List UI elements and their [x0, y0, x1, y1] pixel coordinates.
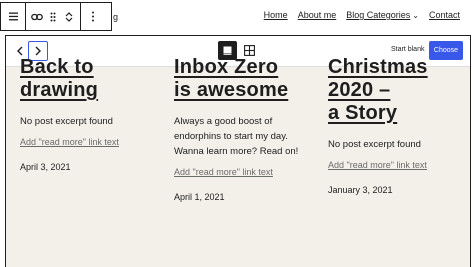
more-vertical-icon — [92, 11, 94, 22]
site-navigation: Home About me Blog Categories ⌄ Contact — [264, 10, 460, 24]
post-excerpt: Always a good boost of endorphins to sta… — [174, 116, 299, 157]
post-card: Inbox Zero is awesome Always a good boos… — [174, 56, 314, 203]
drag-handle[interactable] — [46, 12, 60, 22]
post-excerpt: No post excerpt found — [328, 139, 421, 150]
post-card: Christmas 2020 – a Story No post excerpt… — [328, 56, 468, 196]
post-excerpt: No post excerpt found — [20, 116, 113, 127]
post-date: April 3, 2021 — [20, 162, 71, 172]
link-button[interactable] — [28, 13, 46, 21]
read-more-link[interactable]: Add "read more" link text — [174, 166, 314, 178]
nav-link-blog-categories[interactable]: Blog Categories — [346, 10, 410, 20]
post-title-line: drawing — [20, 79, 99, 101]
post-title-line: Christmas — [328, 56, 428, 78]
nav-link-home[interactable]: Home — [264, 10, 288, 24]
post-date: January 3, 2021 — [328, 185, 393, 195]
chevron-down-icon: ⌄ — [412, 11, 419, 20]
chevron-right-icon — [35, 46, 41, 56]
post-title-line: Inbox Zero — [174, 56, 279, 78]
post-card: Back to drawing No post excerpt found Ad… — [20, 56, 160, 173]
post-title-line: 2020 – — [328, 79, 391, 101]
block-type-button[interactable] — [1, 3, 25, 30]
nav-link-contact[interactable]: Contact — [429, 10, 460, 24]
nav-link-about-me[interactable]: About me — [298, 10, 337, 24]
grid-icon — [244, 45, 255, 56]
chevron-down-icon[interactable] — [65, 17, 73, 23]
read-more-link[interactable]: Add "read more" link text — [328, 159, 468, 171]
square-icon — [223, 46, 232, 55]
post-title[interactable]: Inbox Zero is awesome — [174, 56, 314, 102]
hamburger-icon — [8, 12, 18, 21]
toolbar-move-group — [26, 3, 80, 30]
post-date: April 1, 2021 — [174, 192, 225, 202]
drag-handle-icon — [50, 12, 56, 21]
chevron-left-icon — [17, 46, 23, 56]
block-toolbar — [0, 2, 112, 31]
post-title-line: is awesome — [174, 79, 289, 101]
link-icon — [31, 13, 43, 20]
post-title[interactable]: Back to drawing — [20, 56, 160, 102]
post-title-line: Back to — [20, 56, 94, 78]
read-more-link[interactable]: Add "read more" link text — [20, 136, 160, 148]
more-options-button[interactable] — [81, 3, 105, 30]
move-buttons — [60, 11, 78, 23]
post-title[interactable]: Christmas 2020 – a Story — [328, 56, 468, 125]
post-title-line: a Story — [328, 102, 398, 124]
nav-item-blog-categories[interactable]: Blog Categories ⌄ — [346, 10, 419, 24]
start-blank-button[interactable]: Start blank — [391, 46, 424, 53]
site-title-fragment: g — [113, 12, 119, 22]
